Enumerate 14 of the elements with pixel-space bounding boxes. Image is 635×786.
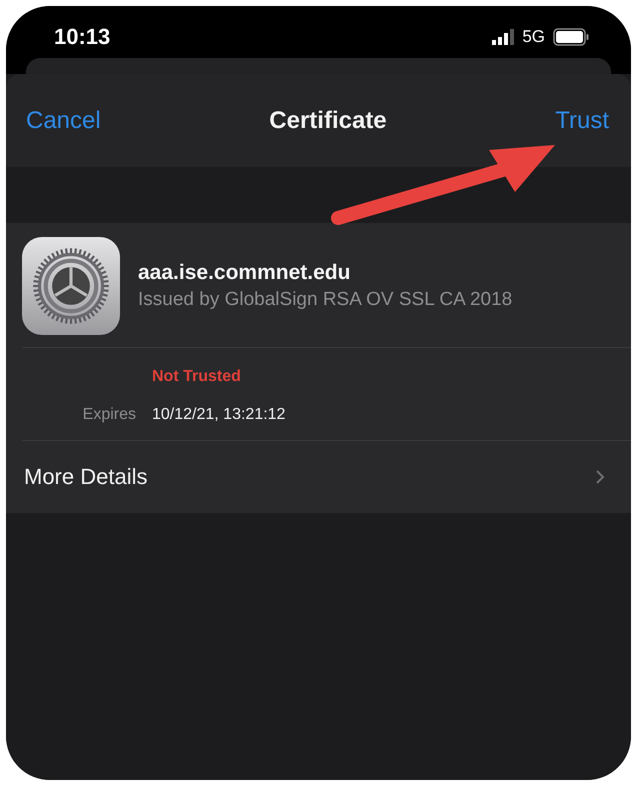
nav-title: Certificate (269, 106, 387, 134)
chevron-icon (595, 469, 605, 485)
status-time: 10:13 (54, 24, 110, 50)
battery-icon (553, 28, 589, 46)
certificate-name: aaa.ise.commnet.edu (138, 261, 352, 285)
signal-icon (492, 29, 514, 45)
field-value: 10/12/21, 13:21:12 (152, 406, 286, 424)
network-label: 5G (522, 27, 545, 47)
gear-icon (22, 237, 120, 335)
field-label: Expires (82, 406, 136, 424)
trust-button[interactable]: Trust (555, 106, 609, 134)
issuer-text: Issued by GlobalSign RSA OV SSL CA 2018 (138, 289, 512, 311)
trust-status: Not Trusted (152, 368, 242, 386)
cancel-button[interactable]: Cancel (26, 106, 101, 134)
